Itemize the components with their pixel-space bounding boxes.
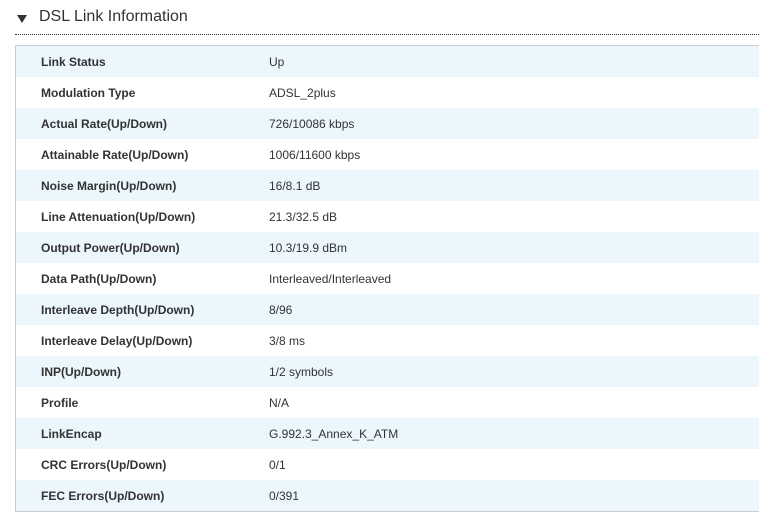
row-value: ADSL_2plus — [269, 85, 336, 100]
dsl-info-table: Link Status Up Modulation Type ADSL_2plus Ac… — [15, 45, 759, 512]
table-row: INP(Up/Down) 1/2 symbols — [16, 356, 759, 387]
row-label: Modulation Type — [41, 85, 136, 100]
collapse-triangle-icon[interactable] — [17, 14, 27, 23]
row-value: 1006/11600 kbps — [269, 147, 361, 162]
table-row: Actual Rate(Up/Down) 726/10086 kbps — [16, 108, 759, 139]
row-label: INP(Up/Down) — [41, 364, 121, 379]
table-row: Noise Margin(Up/Down) 16/8.1 dB — [16, 170, 759, 201]
row-value: 21.3/32.5 dB — [269, 209, 338, 224]
table-row: Attainable Rate(Up/Down) 1006/11600 kbps — [16, 139, 759, 170]
row-value: 726/10086 kbps — [269, 116, 355, 131]
table-row: Output Power(Up/Down) 10.3/19.9 dBm — [16, 232, 759, 263]
row-value: 10.3/19.9 dBm — [269, 240, 348, 255]
section-title: DSL Link Information — [39, 8, 188, 25]
row-label: FEC Errors(Up/Down) — [41, 488, 165, 503]
row-label: Noise Margin(Up/Down) — [41, 178, 177, 193]
row-label: LinkEncap — [41, 426, 102, 441]
row-value: Up — [269, 54, 285, 69]
row-value: G.992.3_Annex_K_ATM — [269, 426, 399, 441]
table-row: Data Path(Up/Down) Interleaved/Interleave… — [16, 263, 759, 294]
table-row: Interleave Delay(Up/Down) 3/8 ms — [16, 325, 759, 356]
row-label: Interleave Depth(Up/Down) — [41, 302, 195, 317]
table-row: LinkEncap G.992.3_Annex_K_ATM — [16, 418, 759, 449]
row-value: 16/8.1 dB — [269, 178, 321, 193]
row-label: Output Power(Up/Down) — [41, 240, 180, 255]
row-value: 0/1 — [269, 457, 286, 472]
row-value: 1/2 symbols — [269, 364, 334, 379]
table-row: Link Status Up — [16, 46, 759, 77]
row-label: Profile — [41, 395, 79, 410]
row-label: Link Status — [41, 54, 106, 69]
row-value: N/A — [269, 395, 290, 410]
row-value: 0/391 — [269, 488, 300, 503]
row-label: Line Attenuation(Up/Down) — [41, 209, 196, 224]
table-row: FEC Errors(Up/Down) 0/391 — [16, 480, 759, 511]
divider — [15, 34, 759, 35]
row-label: Interleave Delay(Up/Down) — [41, 333, 193, 348]
row-label: Data Path(Up/Down) — [41, 271, 157, 286]
row-value: Interleaved/Interleaved — [269, 271, 392, 286]
row-value: 8/96 — [269, 302, 293, 317]
section-header[interactable]: DSL Link Information — [17, 5, 188, 29]
row-label: Actual Rate(Up/Down) — [41, 116, 167, 131]
table-row: Interleave Depth(Up/Down) 8/96 — [16, 294, 759, 325]
row-label: CRC Errors(Up/Down) — [41, 457, 167, 472]
row-value: 3/8 ms — [269, 333, 306, 348]
table-row: CRC Errors(Up/Down) 0/1 — [16, 449, 759, 480]
table-row: Profile N/A — [16, 387, 759, 418]
row-label: Attainable Rate(Up/Down) — [41, 147, 189, 162]
table-row: Line Attenuation(Up/Down) 21.3/32.5 dB — [16, 201, 759, 232]
table-row: Modulation Type ADSL_2plus — [16, 77, 759, 108]
